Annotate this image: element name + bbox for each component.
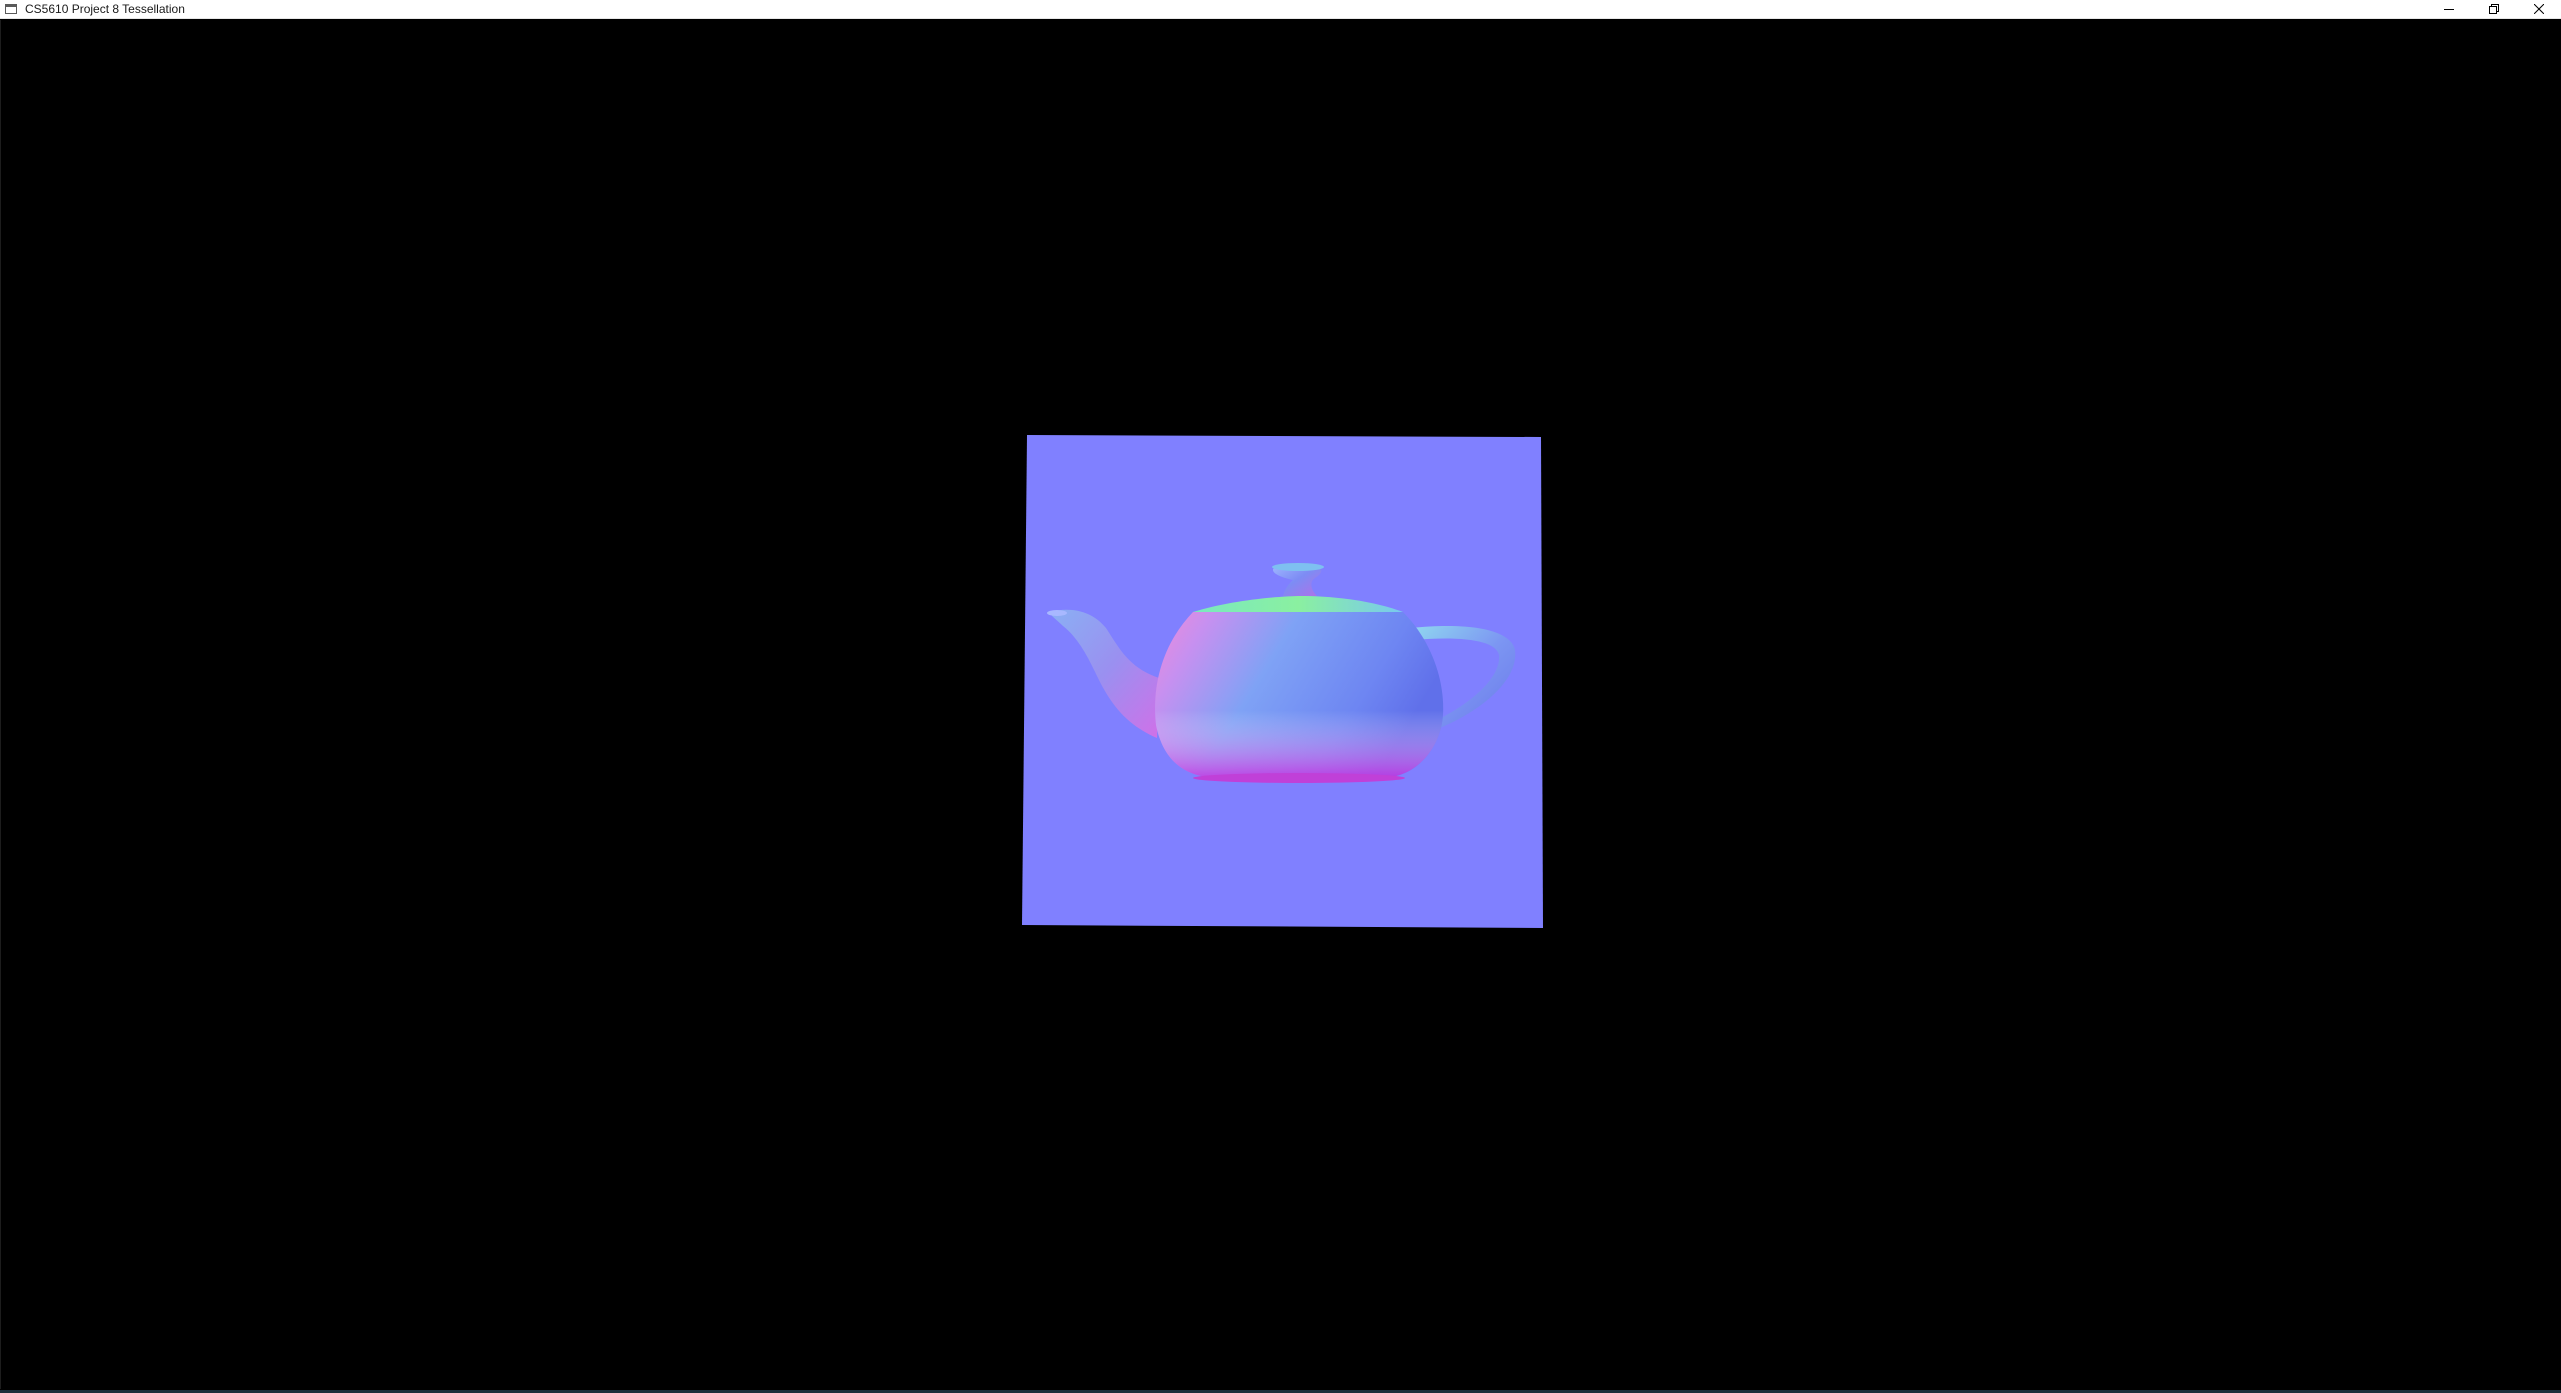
title-bar[interactable]: CS5610 Project 8 Tessellation [0, 0, 2561, 19]
restore-icon [2488, 1, 2499, 19]
render-canvas [1022, 435, 1543, 928]
minimize-button[interactable] [2426, 0, 2471, 19]
teapot-base [1193, 773, 1405, 783]
opengl-viewport[interactable] [0, 20, 2561, 1389]
window-title: CS5610 Project 8 Tessellation [25, 1, 185, 16]
minimize-icon [2443, 1, 2454, 19]
restore-button[interactable] [2471, 0, 2516, 19]
spout-tip [1047, 610, 1067, 616]
window-controls [2426, 0, 2561, 19]
app-window: CS5610 Project 8 Tessellation [0, 0, 2561, 1393]
close-button[interactable] [2516, 0, 2561, 19]
app-window-icon [4, 4, 18, 15]
close-icon [2533, 1, 2544, 19]
